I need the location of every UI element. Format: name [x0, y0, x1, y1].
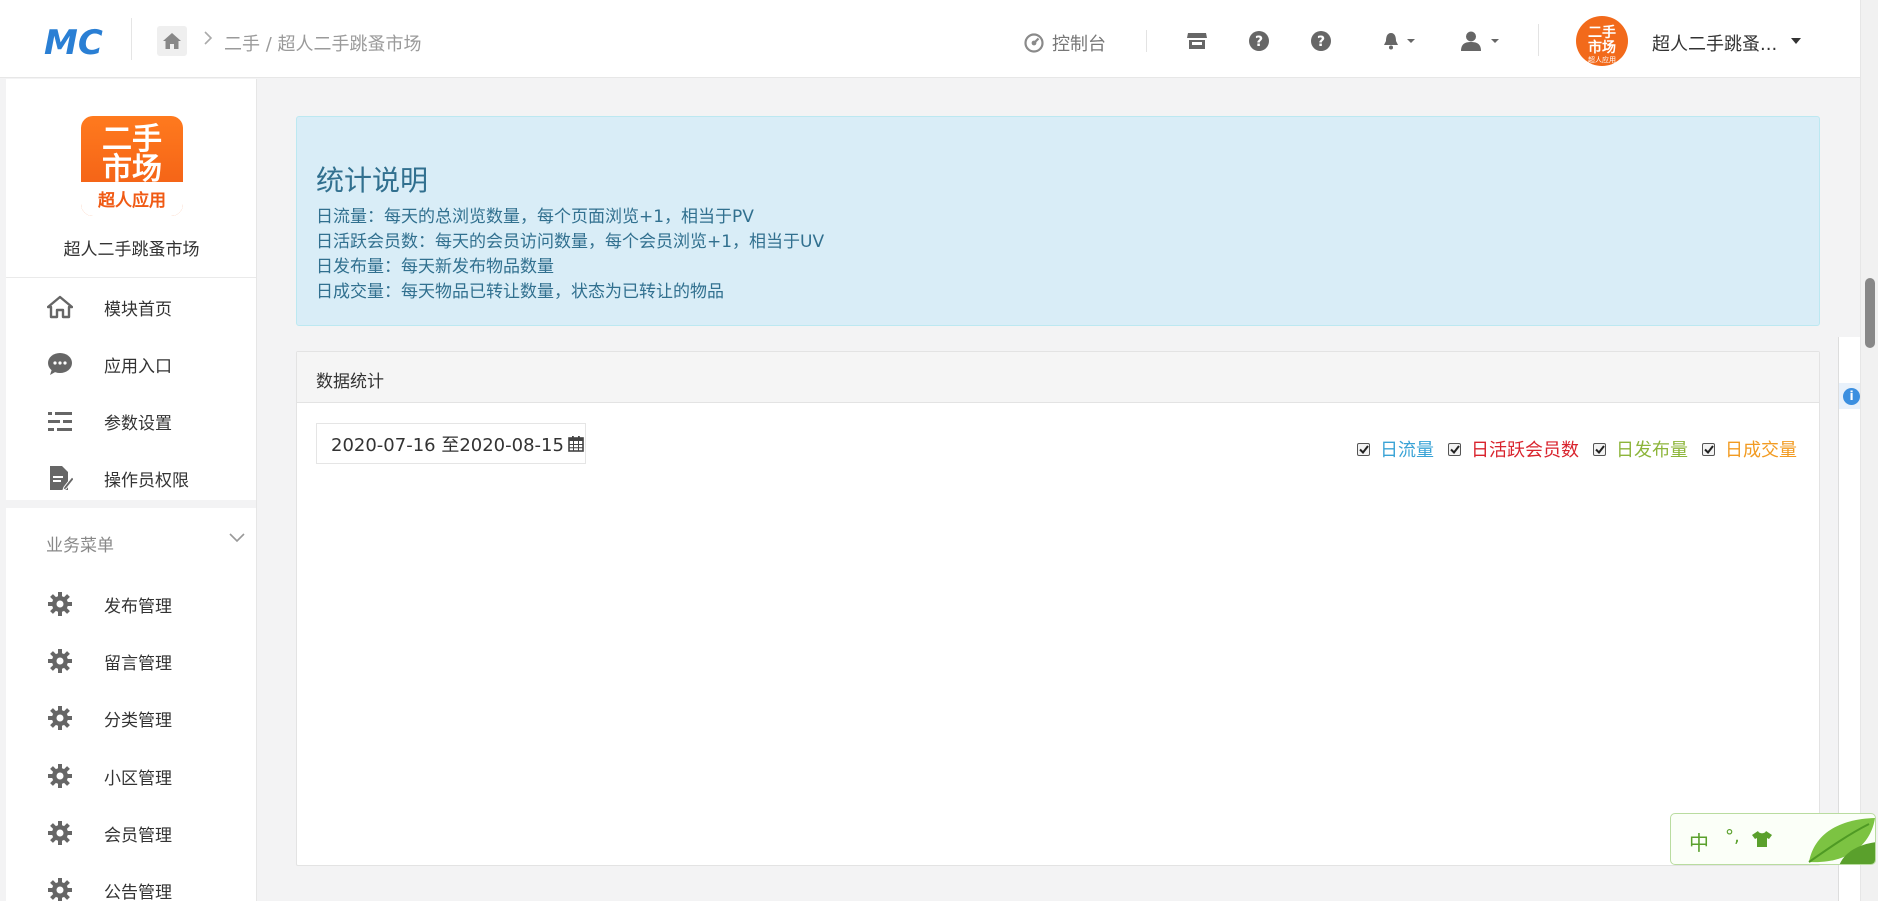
page-scrollbar[interactable] — [1860, 0, 1878, 901]
user-name[interactable]: 超人二手跳蚤... — [1652, 30, 1777, 56]
sidebar-item-label: 发布管理 — [104, 596, 172, 617]
header-divider — [1538, 24, 1539, 56]
user-menu-icon[interactable] — [1460, 30, 1502, 52]
sidebar-item-label: 模块首页 — [104, 299, 172, 320]
home-icon — [46, 293, 74, 321]
svg-text:二手: 二手 — [1588, 24, 1616, 41]
sidebar-item-label: 应用入口 — [104, 356, 172, 377]
checkbox-checked-icon[interactable] — [1357, 442, 1370, 456]
info-lines: 日流量：每天的总浏览数量，每个页面浏览+1，相当于PV 日活跃会员数：每天的会员… — [316, 205, 824, 305]
legend-toggle-daily-traffic[interactable]: 日流量 — [1357, 436, 1434, 462]
dashboard-gauge-icon — [1024, 33, 1044, 53]
sidebar-item-label: 会员管理 — [104, 825, 172, 846]
sidebar-item-home[interactable]: 模块首页 — [6, 282, 256, 332]
info-line: 日流量：每天的总浏览数量，每个页面浏览+1，相当于PV — [316, 207, 754, 227]
svg-text:超人应用: 超人应用 — [1588, 55, 1616, 64]
console-link[interactable]: 控制台 — [1024, 30, 1106, 56]
app-logo: 二手 市场 超人应用 — [81, 116, 183, 216]
sidebar-item-categories[interactable]: 分类管理 — [6, 693, 256, 743]
sidebar-separator — [6, 500, 256, 508]
ime-toolbar[interactable]: 中 °, — [1670, 813, 1876, 865]
sidebar-item-announcements[interactable]: 公告管理 — [6, 865, 256, 901]
stats-description-alert: 统计说明 日流量：每天的总浏览数量，每个页面浏览+1，相当于PV 日活跃会员数：… — [296, 116, 1820, 326]
date-range-value: 2020-07-16 至2020-08-15 — [331, 434, 564, 456]
sidebar-item-label: 小区管理 — [104, 768, 172, 789]
sidebar-item-comments[interactable]: 留言管理 — [6, 636, 256, 686]
ime-punctuation-toggle[interactable]: °, — [1725, 826, 1740, 847]
checkbox-checked-icon[interactable] — [1448, 442, 1461, 456]
caret-down-icon[interactable] — [1790, 37, 1802, 45]
svg-text:市场: 市场 — [1588, 39, 1616, 56]
sidebar-item-label: 公告管理 — [104, 882, 172, 901]
legend-toggle-daily-active-members[interactable]: 日活跃会员数 — [1448, 436, 1579, 462]
home-icon — [163, 33, 181, 49]
legend-label: 日活跃会员数 — [1471, 440, 1579, 461]
app-name: 超人二手跳蚤市场 — [63, 240, 200, 260]
svg-text:?: ? — [1255, 34, 1263, 50]
ime-leaf-decoration-icon — [1808, 818, 1875, 864]
info-line: 日成交量：每天物品已转让数量，状态为已转让的物品 — [316, 282, 724, 302]
sidebar-item-publish[interactable]: 发布管理 — [6, 579, 256, 629]
console-label: 控制台 — [1052, 34, 1106, 55]
panel-header: 数据统计 — [297, 352, 1819, 403]
brand-logo-icon[interactable]: MC — [44, 22, 108, 60]
legend-toggle-daily-deals[interactable]: 日成交量 — [1702, 436, 1797, 462]
legend-label: 日流量 — [1380, 440, 1434, 461]
chevron-down-icon[interactable] — [228, 532, 246, 544]
sidebar-item-label: 留言管理 — [104, 653, 172, 674]
ime-language-toggle[interactable]: 中 — [1689, 827, 1709, 856]
breadcrumb-home-button[interactable] — [157, 26, 187, 56]
chevron-right-icon — [204, 31, 213, 45]
sidebar-item-label: 操作员权限 — [104, 470, 189, 491]
svg-text:市场: 市场 — [102, 152, 162, 187]
document-edit-icon — [46, 464, 74, 492]
gear-icon — [46, 590, 74, 618]
header-divider — [131, 18, 132, 60]
calendar-icon — [568, 436, 584, 452]
legend-label: 日成交量 — [1725, 440, 1797, 461]
legend-label: 日发布量 — [1616, 440, 1688, 461]
help-icon[interactable]: ? — [1310, 30, 1334, 52]
sidebar-divider — [6, 277, 256, 278]
legend-toggle-daily-posts[interactable]: 日发布量 — [1593, 436, 1688, 462]
top-header: MC 二手 / 超人二手跳蚤市场 控制台 ? ? 二手 市场 超人应用 超人二手… — [0, 0, 1860, 78]
gear-icon — [46, 819, 74, 847]
checkbox-checked-icon[interactable] — [1702, 442, 1715, 456]
help-icon[interactable]: ? — [1248, 30, 1272, 52]
sidebar-item-operator-permissions[interactable]: 操作员权限 — [6, 453, 256, 503]
data-stats-panel: 数据统计 2020-07-16 至2020-08-15 日流量 日活跃会员数 日… — [296, 351, 1820, 866]
info-line: 日活跃会员数：每天的会员访问数量，每个会员浏览+1，相当于UV — [316, 232, 825, 252]
scrollbar-thumb[interactable] — [1865, 278, 1875, 348]
gear-icon — [46, 762, 74, 790]
gear-icon — [46, 647, 74, 675]
store-icon[interactable] — [1186, 30, 1210, 52]
info-icon[interactable]: i — [1843, 388, 1860, 405]
ime-skin-icon[interactable] — [1751, 829, 1773, 849]
sidebar: 二手 市场 超人应用 超人二手跳蚤市场 模块首页 应用入口 参数设置 操作员权限… — [6, 79, 257, 901]
avatar[interactable]: 二手 市场 超人应用 — [1576, 16, 1628, 66]
svg-text:MC: MC — [44, 23, 103, 60]
sidebar-item-label: 参数设置 — [104, 413, 172, 434]
sidebar-item-communities[interactable]: 小区管理 — [6, 751, 256, 801]
sidebar-item-members[interactable]: 会员管理 — [6, 808, 256, 858]
sidebar-item-app-entry[interactable]: 应用入口 — [6, 339, 256, 389]
chat-icon — [46, 350, 74, 378]
checkbox-checked-icon[interactable] — [1593, 442, 1606, 456]
gear-icon — [46, 876, 74, 901]
section-title[interactable]: 业务菜单 — [46, 531, 114, 556]
sidebar-item-label: 分类管理 — [104, 710, 172, 731]
svg-text:?: ? — [1317, 34, 1325, 50]
sidebar-item-settings[interactable]: 参数设置 — [6, 396, 256, 446]
gear-icon — [46, 704, 74, 732]
svg-text:超人应用: 超人应用 — [98, 190, 166, 211]
info-title: 统计说明 — [316, 164, 429, 197]
chart-legend: 日流量 日活跃会员数 日发布量 日成交量 — [1343, 436, 1797, 462]
sliders-icon — [46, 407, 74, 435]
info-line: 日发布量：每天新发布物品数量 — [316, 257, 554, 277]
notification-bell-icon[interactable] — [1382, 30, 1418, 52]
panel-title: 数据统计 — [316, 372, 384, 392]
header-divider — [1146, 30, 1147, 52]
breadcrumb: 二手 / 超人二手跳蚤市场 — [224, 34, 422, 55]
date-range-picker[interactable]: 2020-07-16 至2020-08-15 — [316, 423, 586, 464]
